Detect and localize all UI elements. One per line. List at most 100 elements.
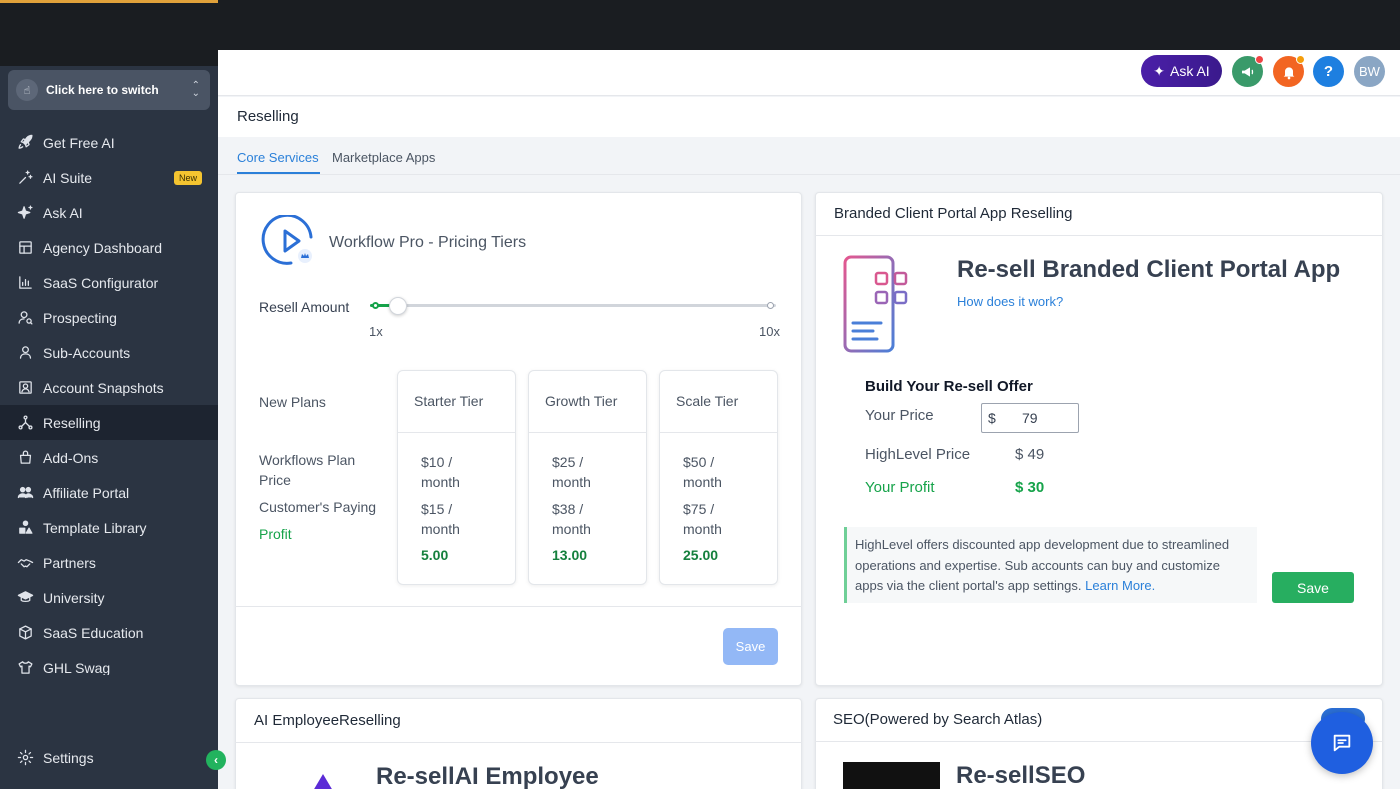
info-note: HighLevel offers discounted app developm…: [844, 527, 1257, 603]
user-search-icon: [16, 309, 34, 327]
ask-ai-label: Ask AI: [1170, 63, 1210, 79]
rocket-icon: [16, 134, 34, 152]
new-badge: New: [173, 171, 202, 185]
sidebar-logo-area: [0, 0, 218, 66]
collapse-sidebar-button[interactable]: ‹: [206, 750, 226, 770]
your-price-value: 79: [1022, 410, 1038, 426]
chevron-updown-icon: ⌃ ⌄: [191, 80, 200, 99]
tier-customer-paying: $15 / month: [421, 501, 460, 537]
your-profit-label: Your Profit: [865, 479, 935, 496]
tab-marketplace-apps[interactable]: Marketplace Apps: [332, 150, 435, 165]
your-price-input[interactable]: $ 79: [981, 403, 1079, 433]
switch-pointer-icon: ☝: [16, 79, 38, 101]
sidebar-item-get-free-ai[interactable]: Get Free AI: [0, 125, 218, 160]
sidebar-item-saas-configurator[interactable]: SaaS Configurator: [0, 265, 218, 300]
sidebar-item-label: Affiliate Portal: [43, 484, 130, 501]
bag-icon: [16, 449, 34, 467]
stars-icon: [16, 204, 34, 222]
sidebar-item-affiliate-portal[interactable]: Affiliate Portal: [0, 475, 218, 510]
ai-employee-title: Re-sellAI Employee: [376, 763, 599, 789]
sidebar-item-add-ons[interactable]: Add-Ons: [0, 440, 218, 475]
help-button[interactable]: ?: [1313, 56, 1344, 87]
account-switcher[interactable]: ☝ Click here to switch ⌃ ⌄: [8, 70, 210, 110]
sparkle-icon: [16, 169, 34, 187]
reselling-icon: [16, 414, 34, 432]
snapshot-icon: [16, 379, 34, 397]
sidebar-item-partners[interactable]: Partners: [0, 545, 218, 580]
tier-name: Scale Tier: [660, 371, 777, 433]
gear-icon: [16, 749, 34, 767]
seo-header: SEO(Powered by Search Atlas): [833, 711, 1043, 728]
highlevel-price-label: HighLevel Price: [865, 446, 971, 463]
your-profit-value: $ 30: [1015, 479, 1045, 496]
sidebar-item-reselling[interactable]: Reselling: [0, 405, 218, 440]
tab-core-services[interactable]: Core Services: [237, 150, 319, 165]
sidebar-item-label: SaaS Education: [43, 624, 144, 641]
notifications-button[interactable]: [1273, 55, 1305, 87]
avatar-initials: BW: [1359, 64, 1380, 79]
sidebar-item-template-library[interactable]: Template Library: [0, 510, 218, 545]
sidebar-item-saas-education[interactable]: SaaS Education: [0, 615, 218, 650]
sidebar-item-prospecting[interactable]: Prospecting: [0, 300, 218, 335]
slider-start-dot: [372, 302, 379, 309]
tier-profit: 25.00: [683, 547, 719, 563]
tier-plan-price: $25 / month: [552, 454, 591, 490]
sidebar-item-label: Settings: [43, 749, 94, 766]
currency-symbol: $: [988, 410, 996, 426]
tier-card-scale: Scale Tier $50 / month $75 / month 25.00: [659, 370, 778, 585]
tier-profit: 5.00: [421, 547, 449, 563]
sidebar-item-account-snapshots[interactable]: Account Snapshots: [0, 370, 218, 405]
sidebar-item-ask-ai[interactable]: Ask AI: [0, 195, 218, 230]
branded-portal-header: Branded Client Portal App Reselling: [834, 205, 1073, 222]
sidebar-item-label: Account Snapshots: [43, 379, 164, 396]
sidebar-item-university[interactable]: University: [0, 580, 218, 615]
box-icon: [16, 624, 34, 642]
top-bar: [218, 0, 1400, 50]
tier-card-growth: Growth Tier $25 / month $38 / month 13.0…: [528, 370, 647, 585]
notification-dot: [1296, 55, 1305, 64]
active-tab-indicator: [237, 172, 320, 174]
ask-ai-button[interactable]: ✦ Ask AI: [1141, 55, 1222, 87]
sidebar-item-label: Template Library: [43, 519, 147, 536]
tier-card-starter: Starter Tier $10 / month $15 / month 5.0…: [397, 370, 516, 585]
slider-min-label: 1x: [369, 324, 383, 339]
phone-app-icon: [840, 255, 915, 355]
sidebar-item-settings[interactable]: Settings: [0, 740, 218, 775]
branded-portal-save-button[interactable]: Save: [1272, 572, 1354, 603]
sidebar-item-ghl-swag[interactable]: GHL Swag: [0, 650, 218, 675]
learn-more-link[interactable]: Learn More.: [1085, 578, 1155, 593]
how-does-it-work-link[interactable]: How does it work?: [957, 294, 1063, 309]
avatar[interactable]: BW: [1354, 56, 1385, 87]
tier-plan-price: $10 / month: [421, 454, 460, 490]
sidebar-item-label: Reselling: [43, 414, 101, 431]
user-icon: [16, 344, 34, 362]
megaphone-icon: [1241, 66, 1253, 77]
customer-paying-label: Customer's Paying: [259, 499, 377, 515]
sidebar-accent-line: [0, 0, 218, 3]
profit-label: Profit: [259, 526, 292, 542]
chat-button[interactable]: [1311, 712, 1373, 774]
slider-end-dot: [767, 302, 774, 309]
sidebar-item-label: SaaS Configurator: [43, 274, 159, 291]
card-divider: [815, 235, 1383, 236]
sidebar-item-label: Ask AI: [43, 204, 83, 221]
header-bar: [218, 50, 1400, 96]
resell-slider-track[interactable]: [370, 304, 776, 307]
workflow-save-button[interactable]: Save: [723, 628, 778, 665]
sidebar-item-label: Add-Ons: [43, 449, 99, 466]
sidebar-item-agency-dashboard[interactable]: Agency Dashboard: [0, 230, 218, 265]
sidebar-item-sub-accounts[interactable]: Sub-Accounts: [0, 335, 218, 370]
sidebar-item-label: Get Free AI: [43, 134, 115, 151]
sidebar-item-ai-suite[interactable]: AI Suite New: [0, 160, 218, 195]
tier-name: Growth Tier: [529, 371, 646, 433]
graduation-cap-icon: [16, 589, 34, 607]
announcements-button[interactable]: [1232, 55, 1264, 87]
question-icon: ?: [1323, 63, 1334, 80]
users-icon: [16, 484, 34, 502]
info-note-text: HighLevel offers discounted app developm…: [855, 537, 1230, 593]
ai-employee-header: AI EmployeeReselling: [254, 712, 401, 729]
page-title: Reselling: [237, 108, 299, 125]
sidebar-item-label: Partners: [43, 554, 96, 571]
new-plans-label: New Plans: [259, 394, 326, 410]
seo-title: Re-sellSEO: [956, 762, 1086, 789]
